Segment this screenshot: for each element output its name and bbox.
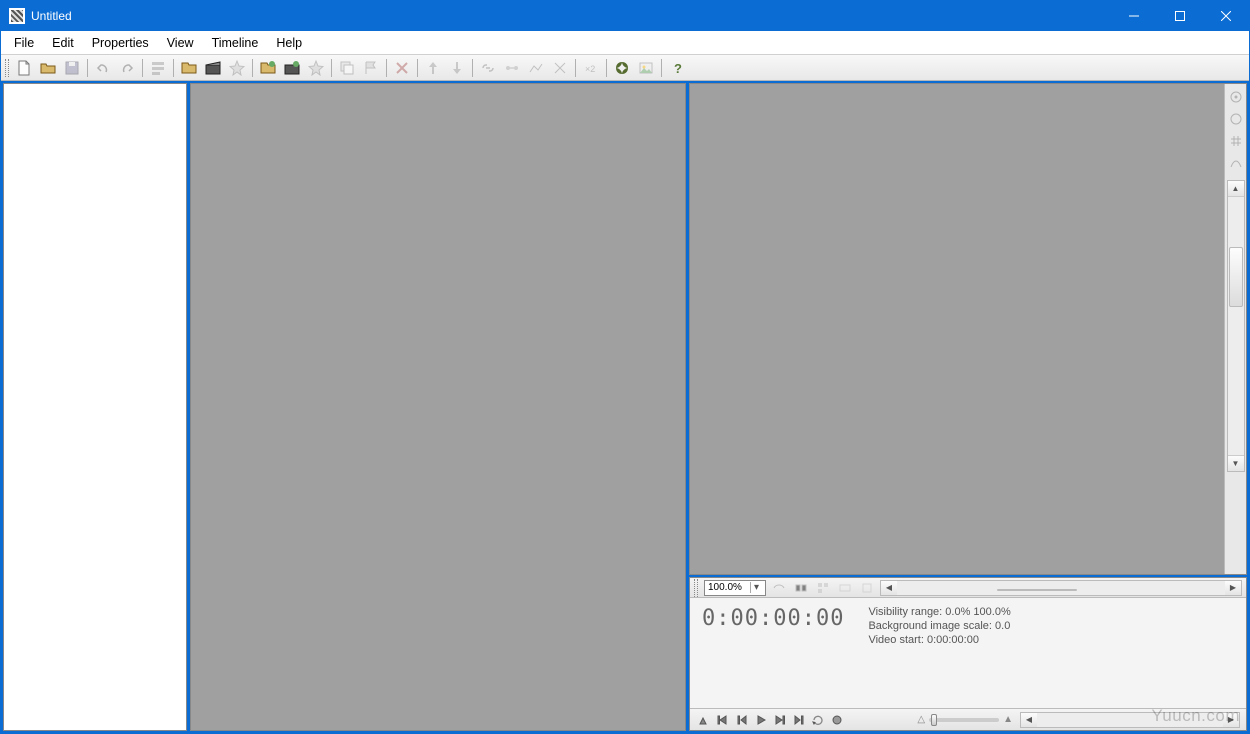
target-icon[interactable] xyxy=(1227,88,1245,106)
slider-track[interactable] xyxy=(929,718,999,722)
link4-icon[interactable] xyxy=(549,57,571,79)
star-icon[interactable] xyxy=(226,57,248,79)
scroll-thumb[interactable] xyxy=(997,589,1077,591)
x2-icon[interactable]: ×2 xyxy=(580,57,602,79)
timecode: 0:00:00:00 xyxy=(702,606,844,631)
timeline-panel: 100.0% ▾ ◀ ▶ 0:00:00:00 xyxy=(689,577,1247,731)
workspace: ▲ ▼ 100.0% ▾ xyxy=(1,81,1249,733)
slider-thumb[interactable] xyxy=(931,714,937,726)
svg-text:?: ? xyxy=(674,61,682,76)
preview-pane: ▲ ▼ xyxy=(689,83,1247,575)
menu-help[interactable]: Help xyxy=(267,33,311,53)
delete-icon[interactable] xyxy=(391,57,413,79)
save-icon[interactable] xyxy=(61,57,83,79)
leaf-icon[interactable] xyxy=(611,57,633,79)
tl-icon-1[interactable] xyxy=(770,580,788,596)
scroll-right-icon[interactable]: ▶ xyxy=(1225,581,1241,595)
circle-dot-icon[interactable] xyxy=(1227,110,1245,128)
scroll-up-icon[interactable]: ▲ xyxy=(1228,181,1244,197)
title-bar: Untitled xyxy=(1,1,1249,31)
play-icon[interactable] xyxy=(753,712,769,728)
tl-icon-5[interactable] xyxy=(858,580,876,596)
center-pane[interactable] xyxy=(190,83,686,731)
menu-bar: File Edit Properties View Timeline Help xyxy=(1,31,1249,55)
undo-icon[interactable] xyxy=(92,57,114,79)
vertical-scrollbar[interactable]: ▲ ▼ xyxy=(1227,180,1245,472)
bg-scale-label: Background image scale: 0.0 xyxy=(868,620,1010,632)
menu-view[interactable]: View xyxy=(158,33,203,53)
speed-slider[interactable]: △ ▲ xyxy=(917,714,1013,725)
speed-slow-icon: △ xyxy=(917,714,925,725)
path-icon[interactable] xyxy=(1227,154,1245,172)
maximize-button[interactable] xyxy=(1157,1,1203,31)
scroll-thumb[interactable] xyxy=(1229,247,1243,307)
link1-icon[interactable] xyxy=(477,57,499,79)
copy-folder-icon[interactable] xyxy=(336,57,358,79)
loop-icon[interactable] xyxy=(810,712,826,728)
preview-side-toolbar: ▲ ▼ xyxy=(1224,84,1246,574)
close-button[interactable] xyxy=(1203,1,1249,31)
minimize-button[interactable] xyxy=(1111,1,1157,31)
toolbar-handle[interactable] xyxy=(5,59,9,77)
zoom-combo[interactable]: 100.0% ▾ xyxy=(704,580,766,596)
tl-icon-3[interactable] xyxy=(814,580,832,596)
tl-icon-4[interactable] xyxy=(836,580,854,596)
scroll-down-icon[interactable]: ▼ xyxy=(1228,455,1244,471)
menu-properties[interactable]: Properties xyxy=(83,33,158,53)
forward-icon[interactable] xyxy=(791,712,807,728)
video-start-label: Video start: 0:00:00:00 xyxy=(868,634,1010,646)
timeline-scrollbar[interactable]: ◀ ▶ xyxy=(880,580,1242,596)
window-title: Untitled xyxy=(31,9,1111,23)
menu-edit[interactable]: Edit xyxy=(43,33,83,53)
svg-text:×2: ×2 xyxy=(585,64,595,74)
scroll-left-icon[interactable]: ◀ xyxy=(1021,713,1037,727)
main-toolbar: ×2 ? xyxy=(1,55,1249,81)
speed-fast-icon: ▲ xyxy=(1003,714,1013,725)
link3-icon[interactable] xyxy=(525,57,547,79)
grid-icon[interactable] xyxy=(1227,132,1245,150)
timeline-toolbar: 100.0% ▾ ◀ ▶ xyxy=(690,578,1246,598)
flag-icon[interactable] xyxy=(360,57,382,79)
link2-icon[interactable] xyxy=(501,57,523,79)
menu-timeline[interactable]: Timeline xyxy=(203,33,268,53)
clapper-icon[interactable] xyxy=(202,57,224,79)
timeline-info: 0:00:00:00 Visibility range: 0.0% 100.0%… xyxy=(690,598,1246,708)
toolbar-handle[interactable] xyxy=(694,579,698,597)
add-star-icon[interactable] xyxy=(305,57,327,79)
visibility-range-label: Visibility range: 0.0% 100.0% xyxy=(868,606,1010,618)
next-frame-icon[interactable] xyxy=(772,712,788,728)
folder-icon[interactable] xyxy=(178,57,200,79)
help-icon[interactable]: ? xyxy=(666,57,688,79)
add-clapper-icon[interactable] xyxy=(281,57,303,79)
rewind-icon[interactable] xyxy=(734,712,750,728)
picture-icon[interactable] xyxy=(635,57,657,79)
record-icon[interactable] xyxy=(829,712,845,728)
redo-icon[interactable] xyxy=(116,57,138,79)
edit-properties-icon[interactable] xyxy=(147,57,169,79)
zoom-value: 100.0% xyxy=(708,582,742,593)
open-folder-icon[interactable] xyxy=(37,57,59,79)
transport-bar: △ ▲ ◀ ▶ xyxy=(690,708,1246,730)
tl-icon-2[interactable] xyxy=(792,580,810,596)
add-folder-icon[interactable] xyxy=(257,57,279,79)
project-tree-pane[interactable] xyxy=(3,83,187,731)
arrow-down-icon[interactable] xyxy=(446,57,468,79)
arrow-up-icon[interactable] xyxy=(422,57,444,79)
new-file-icon[interactable] xyxy=(13,57,35,79)
scroll-left-icon[interactable]: ◀ xyxy=(881,581,897,595)
transport-scrollbar[interactable]: ◀ ▶ xyxy=(1020,712,1240,728)
tool-icon[interactable] xyxy=(696,712,712,728)
app-icon xyxy=(9,8,25,24)
preview-canvas[interactable] xyxy=(690,84,1224,574)
dropdown-icon[interactable]: ▾ xyxy=(750,582,762,593)
prev-frame-icon[interactable] xyxy=(715,712,731,728)
scroll-right-icon[interactable]: ▶ xyxy=(1223,713,1239,727)
menu-file[interactable]: File xyxy=(5,33,43,53)
